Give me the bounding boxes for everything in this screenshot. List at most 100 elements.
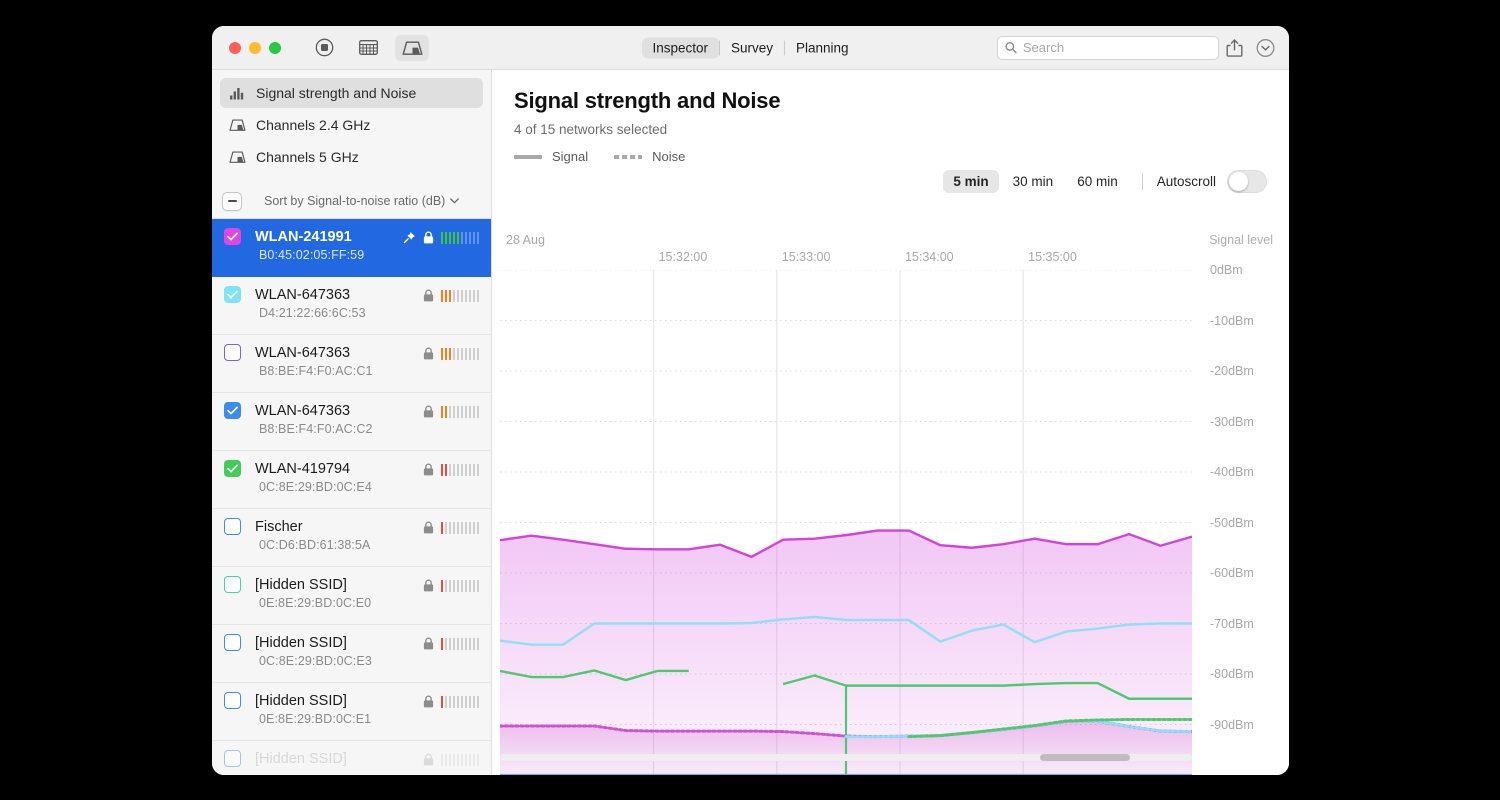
legend-item-signal: Signal <box>514 149 588 164</box>
legend-label: Signal <box>552 149 589 164</box>
toggle-knob <box>1229 172 1248 191</box>
tab-planning[interactable]: Planning <box>785 37 860 58</box>
network-row-indicators <box>423 579 479 592</box>
network-ssid: WLAN-647363 <box>255 344 351 361</box>
chart-horizontal-scrollbar[interactable] <box>500 754 1192 761</box>
sidebar-item-signal-strength-and-noise[interactable]: Signal strength and Noise <box>220 78 483 108</box>
network-checkbox[interactable] <box>224 402 241 419</box>
network-row-indicators <box>423 463 479 476</box>
page-title: Signal strength and Noise <box>514 88 781 113</box>
network-checkbox[interactable] <box>224 692 241 709</box>
check-icon <box>227 464 238 473</box>
chart-view-button[interactable] <box>395 34 429 61</box>
minimize-window-icon[interactable] <box>249 41 261 54</box>
y-tick-label: -90dBm <box>1210 717 1254 732</box>
x-axis-tick-labels: 15:32:00 15:33:00 15:34:00 15:35:00 <box>500 250 1192 268</box>
chart-plot <box>500 270 1192 775</box>
network-row[interactable]: WLAN-647363 D4:21:22:66:6C:53 <box>212 277 491 335</box>
network-checkbox[interactable] <box>224 518 241 535</box>
network-checkbox[interactable] <box>224 576 241 593</box>
legend-swatch-solid <box>514 154 542 159</box>
traffic-light-buttons <box>229 41 281 54</box>
lock-icon <box>423 637 433 650</box>
record-icon <box>315 38 333 57</box>
y-tick-label: -70dBm <box>1210 616 1254 631</box>
tab-survey[interactable]: Survey <box>720 37 784 58</box>
y-tick-label: -60dBm <box>1210 566 1254 580</box>
tab-inspector[interactable]: Inspector <box>641 37 719 58</box>
network-row[interactable]: WLAN-419794 0C:8E:29:BD:0C:E4 <box>212 451 491 509</box>
search-icon <box>1005 41 1017 54</box>
channel-chart-icon <box>229 119 246 131</box>
network-checkbox[interactable] <box>224 286 241 303</box>
network-checkbox[interactable] <box>224 344 241 361</box>
sidebar-item-channels-5ghz[interactable]: Channels 5 GHz <box>220 142 483 172</box>
network-row-indicators <box>423 289 479 302</box>
range-5min[interactable]: 5 min <box>943 170 999 193</box>
signal-strength-bars <box>440 695 479 708</box>
chevron-down-circle-icon[interactable] <box>1256 38 1275 57</box>
network-bssid: D4:21:22:66:6C:53 <box>259 306 366 320</box>
network-row[interactable]: WLAN-647363 B8:BE:F4:F0:AC:C2 <box>212 393 491 451</box>
sidebar-item-label: Channels 5 GHz <box>256 149 359 165</box>
network-ssid: [Hidden SSID] <box>255 576 347 593</box>
lock-icon <box>423 405 433 418</box>
network-ssid: WLAN-419794 <box>255 460 351 477</box>
network-row[interactable]: WLAN-241991 B0:45:02:05:FF:59 <box>212 219 491 277</box>
network-checkbox[interactable] <box>224 634 241 651</box>
network-bssid: B8:BE:F4:F0:AC:C2 <box>259 422 373 436</box>
lock-icon <box>423 695 433 708</box>
pin-icon[interactable] <box>403 231 416 244</box>
main-panel: Signal strength and Noise 4 of 15 networ… <box>492 70 1289 775</box>
signal-strength-bars <box>440 289 479 302</box>
search-field-container[interactable] <box>997 35 1219 60</box>
chart-date-label: 28 Aug <box>506 233 545 247</box>
close-window-icon[interactable] <box>229 41 241 54</box>
y-tick-label: -10dBm <box>1210 313 1254 328</box>
signal-strength-bars <box>440 637 479 650</box>
toolbar-icon-group <box>307 34 429 61</box>
zoom-window-icon[interactable] <box>269 41 281 54</box>
network-checkbox[interactable] <box>224 750 241 767</box>
network-row[interactable]: [Hidden SSID] 0C:8E:29:BD:0C:E3 <box>212 625 491 683</box>
lock-icon <box>423 347 433 360</box>
network-row[interactable]: WLAN-647363 B8:BE:F4:F0:AC:C1 <box>212 335 491 393</box>
x-tick-label: 15:33:00 <box>781 250 831 264</box>
autoscroll-toggle[interactable] <box>1227 170 1267 193</box>
lock-icon <box>423 579 433 592</box>
sidebar-item-channels-24ghz[interactable]: Channels 2.4 GHz <box>220 110 483 140</box>
table-view-button[interactable] <box>351 35 385 61</box>
share-icon[interactable] <box>1226 38 1243 57</box>
network-row[interactable]: [Hidden SSID] 0E:8E:29:BD:0C:E0 <box>212 567 491 625</box>
y-axis-tick-labels: 0dBm -10dBm -20dBm -30dBm -40dBm -50dBm -60dBm… <box>1198 263 1278 775</box>
network-bssid: 0C:8E:29:BD:0C:E4 <box>259 480 372 494</box>
network-checkbox[interactable] <box>224 460 241 477</box>
network-bssid: 0C:D6:BD:61:38:5A <box>259 538 371 552</box>
network-row-indicators <box>423 347 479 360</box>
channel-chart-icon <box>229 151 246 163</box>
scrollbar-thumb[interactable] <box>1039 754 1130 761</box>
network-list[interactable]: WLAN-241991 B0:45:02:05:FF:59 WLAN-647363 D… <box>212 218 491 775</box>
range-60min[interactable]: 60 min <box>1067 170 1128 193</box>
range-30min[interactable]: 30 min <box>1003 170 1064 193</box>
network-row[interactable]: [Hidden SSID] 0E:8E:29:BD:0C:E1 <box>212 683 491 741</box>
signal-strength-bars <box>440 405 479 418</box>
record-button[interactable] <box>307 35 341 61</box>
x-tick-label: 15:35:00 <box>1028 250 1077 264</box>
check-icon <box>227 232 238 241</box>
sidebar-item-label: Signal strength and Noise <box>256 85 417 101</box>
sort-dropdown[interactable]: Sort by Signal-to-noise ratio (dB) <box>264 194 460 208</box>
network-ssid: [Hidden SSID] <box>255 750 347 767</box>
network-row[interactable]: [Hidden SSID] <box>212 741 491 775</box>
y-tick-label: -40dBm <box>1210 465 1254 479</box>
collapse-button[interactable] <box>222 191 242 211</box>
search-input[interactable] <box>1022 40 1211 55</box>
sidebar-nav-list: Signal strength and Noise Channels 2.4 G… <box>212 70 491 174</box>
network-checkbox[interactable] <box>224 228 241 245</box>
network-row[interactable]: Fischer 0C:D6:BD:61:38:5A <box>212 509 491 567</box>
network-bssid: 0C:8E:29:BD:0C:E3 <box>259 654 372 668</box>
lock-icon <box>423 231 433 244</box>
lock-icon <box>423 753 433 766</box>
table-icon <box>358 40 378 55</box>
network-row-indicators <box>423 637 479 650</box>
